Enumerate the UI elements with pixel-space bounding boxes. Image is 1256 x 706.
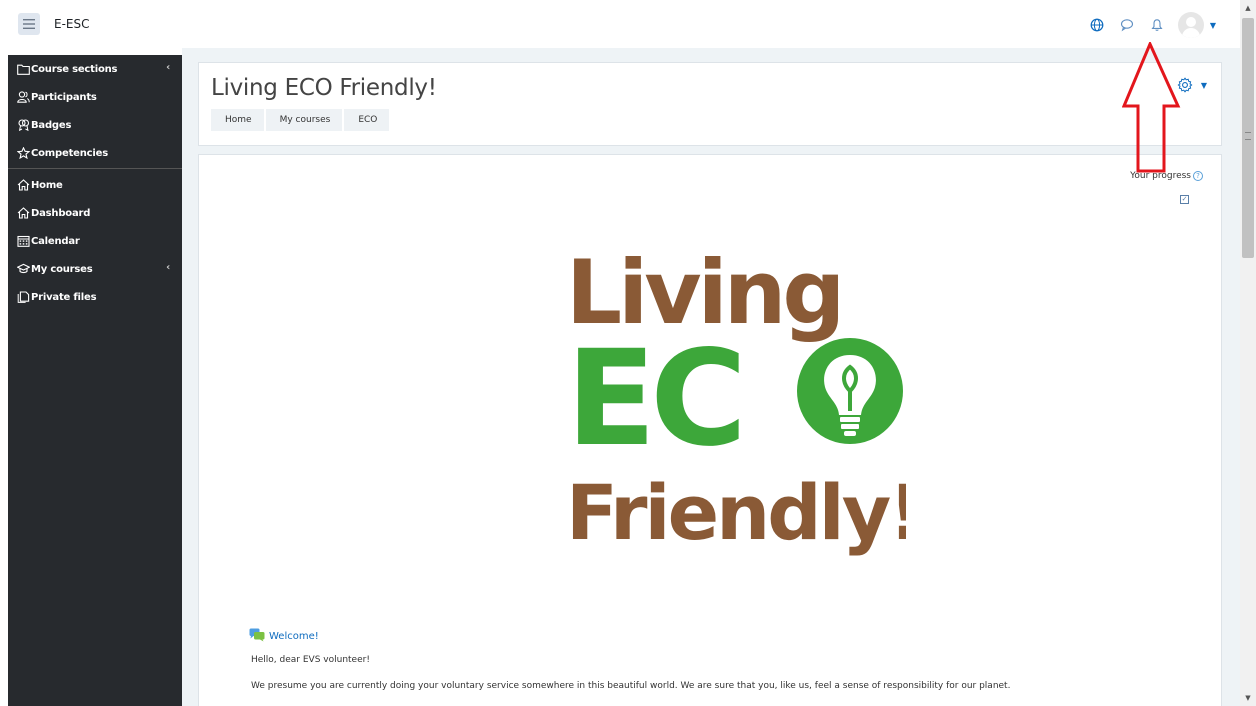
home-icon bbox=[16, 178, 30, 192]
forum-chat-icon bbox=[249, 627, 265, 646]
sidebar-item-home[interactable]: Home bbox=[8, 171, 182, 199]
menu-toggle-button[interactable] bbox=[18, 13, 40, 35]
folder-icon bbox=[16, 62, 30, 76]
greeting-text: Hello, dear EVS volunteer! bbox=[251, 655, 370, 665]
chevron-left-icon[interactable]: ‹ bbox=[166, 62, 170, 73]
dashboard-icon bbox=[16, 206, 30, 220]
files-icon bbox=[16, 290, 30, 304]
site-name[interactable]: E-ESC bbox=[54, 17, 90, 31]
breadcrumb-course-link[interactable]: ECO bbox=[344, 109, 390, 131]
sidebar-item-label: Course sections bbox=[31, 63, 118, 75]
notifications-bell-icon[interactable] bbox=[1148, 16, 1166, 34]
settings-caret-icon[interactable]: ▼ bbox=[1201, 81, 1207, 90]
page-title: Living ECO Friendly! bbox=[211, 75, 437, 101]
sidebar-item-label: Dashboard bbox=[31, 207, 91, 219]
course-logo: Living EC Friendly! bbox=[546, 241, 923, 561]
badge-icon bbox=[16, 118, 30, 132]
sidebar-item-competencies[interactable]: Competencies bbox=[8, 139, 182, 167]
scroll-up-arrow-icon[interactable]: ▲ bbox=[1240, 0, 1256, 16]
sidebar-item-label: Badges bbox=[31, 119, 72, 131]
messages-speech-bubble-icon[interactable] bbox=[1118, 16, 1136, 34]
lightbulb-o-icon bbox=[797, 338, 903, 444]
help-question-icon[interactable]: ? bbox=[1193, 171, 1203, 181]
scrollbar-thumb[interactable] bbox=[1242, 18, 1254, 258]
sidebar-item-calendar[interactable]: Calendar bbox=[8, 227, 182, 255]
course-content: Your progress ? ✓ Living EC Friendly! We… bbox=[198, 154, 1222, 706]
logo-line-eco: EC bbox=[566, 322, 741, 476]
users-icon bbox=[16, 90, 30, 104]
user-avatar[interactable] bbox=[1177, 12, 1204, 38]
hamburger-icon bbox=[23, 19, 35, 29]
sidebar-item-label: Calendar bbox=[31, 235, 80, 247]
sidebar-item-label: Participants bbox=[31, 91, 97, 103]
course-sidebar: Course sections ‹ Participants Badges Co… bbox=[8, 55, 182, 706]
sidebar-item-private-files[interactable]: Private files bbox=[8, 283, 182, 311]
welcome-link[interactable]: Welcome! bbox=[269, 631, 319, 642]
welcome-forum[interactable]: Welcome! bbox=[249, 627, 319, 646]
breadcrumb-home-link[interactable]: Home bbox=[211, 109, 264, 131]
breadcrumb: Home My courses ECO bbox=[211, 109, 390, 131]
user-navigation: ▼ bbox=[1088, 12, 1216, 38]
sidebar-item-participants[interactable]: Participants bbox=[8, 83, 182, 111]
vertical-scrollbar[interactable]: ▲ ▼ bbox=[1240, 0, 1256, 706]
completion-checkbox[interactable]: ✓ bbox=[1180, 195, 1189, 204]
sidebar-item-label: My courses bbox=[31, 263, 93, 275]
intro-paragraph: We presume you are currently doing your … bbox=[251, 681, 1011, 691]
red-up-arrow-annotation bbox=[1121, 40, 1182, 178]
language-globe-icon[interactable] bbox=[1088, 16, 1106, 34]
scroll-down-arrow-icon[interactable]: ▼ bbox=[1240, 690, 1256, 706]
top-navbar: E-ESC ▼ bbox=[0, 0, 1240, 48]
logo-line-friendly: Friendly! bbox=[566, 468, 906, 557]
breadcrumb-my-courses-link[interactable]: My courses bbox=[265, 109, 343, 131]
sidebar-item-label: Home bbox=[31, 179, 63, 191]
sidebar-item-dashboard[interactable]: Dashboard bbox=[8, 199, 182, 227]
star-icon bbox=[16, 146, 30, 160]
sidebar-item-badges[interactable]: Badges bbox=[8, 111, 182, 139]
user-menu-caret-icon[interactable]: ▼ bbox=[1210, 21, 1216, 30]
main-region: Living ECO Friendly! Home My courses ECO… bbox=[182, 48, 1240, 706]
page-header: Living ECO Friendly! Home My courses ECO… bbox=[198, 62, 1222, 146]
calendar-icon bbox=[16, 234, 30, 248]
chevron-left-icon[interactable]: ‹ bbox=[166, 262, 170, 273]
graduation-cap-icon bbox=[16, 262, 30, 276]
sidebar-divider bbox=[8, 168, 182, 169]
sidebar-item-course-sections[interactable]: Course sections ‹ bbox=[8, 55, 182, 83]
sidebar-item-label: Private files bbox=[31, 291, 97, 303]
sidebar-item-label: Competencies bbox=[31, 147, 108, 159]
sidebar-item-my-courses[interactable]: My courses ‹ bbox=[8, 255, 182, 283]
